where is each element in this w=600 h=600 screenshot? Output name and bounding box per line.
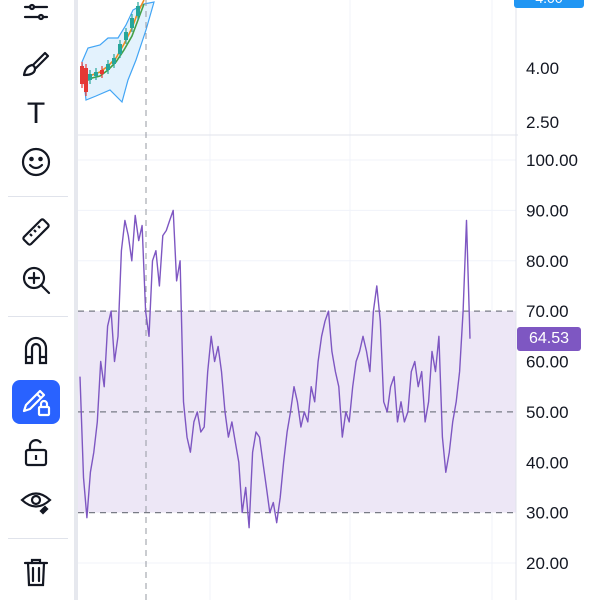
ruler-button[interactable] <box>12 210 60 254</box>
trash-icon <box>23 558 49 587</box>
rsi-axis-label: 100.00 <box>526 151 578 170</box>
rsi-value-badge: 64.53 <box>517 326 581 351</box>
current-price-badge: 4.00 <box>514 0 584 8</box>
rsi-axis-label: 20.00 <box>526 554 569 573</box>
price-axis-label: 2.50 <box>526 113 559 132</box>
rsi-axis-label: 40.00 <box>526 453 569 472</box>
magnet-icon <box>24 336 48 365</box>
text-tool-icon: T <box>27 97 45 129</box>
remove-drawings-button[interactable] <box>12 550 60 594</box>
rsi-axis-label: 70.00 <box>526 302 569 321</box>
zoom-in-button[interactable] <box>12 258 60 302</box>
brush-icon <box>22 51 50 77</box>
drawing-toolbar: T <box>0 0 74 600</box>
price-axis-label: 4.00 <box>526 59 559 78</box>
candle-body <box>136 6 140 16</box>
chart-canvas[interactable]: 100.00 90.00 80.00 70.00 60.00 50.00 40.00 30.0… <box>78 0 600 600</box>
candle-body <box>112 58 116 64</box>
candle-body <box>100 70 104 74</box>
rsi-axis-label: 60.00 <box>526 353 569 372</box>
chart-area[interactable]: 100.00 90.00 80.00 70.00 60.00 50.00 40.00 30.0… <box>78 0 600 600</box>
candle-body <box>84 68 88 92</box>
candle-body <box>106 64 110 70</box>
emoji-icon <box>21 147 51 177</box>
hide-drawings-button[interactable] <box>12 478 60 522</box>
rsi-axis-label: 30.00 <box>526 504 569 523</box>
rsi-band-background <box>78 311 516 513</box>
candle-body <box>94 72 98 76</box>
rsi-axis-label: 80.00 <box>526 252 569 271</box>
emoji-button[interactable] <box>12 140 60 184</box>
candle-body <box>118 44 122 54</box>
trend-line-tools-icon <box>23 3 49 21</box>
text-tool-glyph: T <box>27 97 45 129</box>
unlock-icon <box>24 439 48 467</box>
price-axis-labels: 4.00 2.50 <box>526 59 559 132</box>
toolbar-divider <box>8 538 68 539</box>
unlock-button[interactable] <box>12 430 60 474</box>
lock-drawing-icon <box>22 389 51 417</box>
trend-line-tools-button[interactable] <box>12 0 60 34</box>
ruler-icon <box>22 218 50 246</box>
candle-body <box>80 66 84 84</box>
candle-body <box>88 74 92 80</box>
rsi-axis-label: 50.00 <box>526 403 569 422</box>
magnet-button[interactable] <box>12 328 60 372</box>
toolbar-divider <box>8 196 68 197</box>
lock-drawing-button[interactable] <box>12 380 60 424</box>
candle-body <box>124 32 128 40</box>
price-pane <box>80 0 155 104</box>
eye-hide-icon <box>20 492 52 515</box>
toolbar-divider <box>8 316 68 317</box>
rsi-axis-labels: 100.00 90.00 80.00 70.00 60.00 50.00 40.00 30.0… <box>526 151 578 573</box>
brush-button[interactable] <box>12 42 60 86</box>
zoom-in-icon <box>22 266 51 295</box>
candle-body <box>130 18 134 28</box>
rsi-axis-label: 90.00 <box>526 201 569 220</box>
text-tool-button[interactable]: T <box>12 90 60 134</box>
